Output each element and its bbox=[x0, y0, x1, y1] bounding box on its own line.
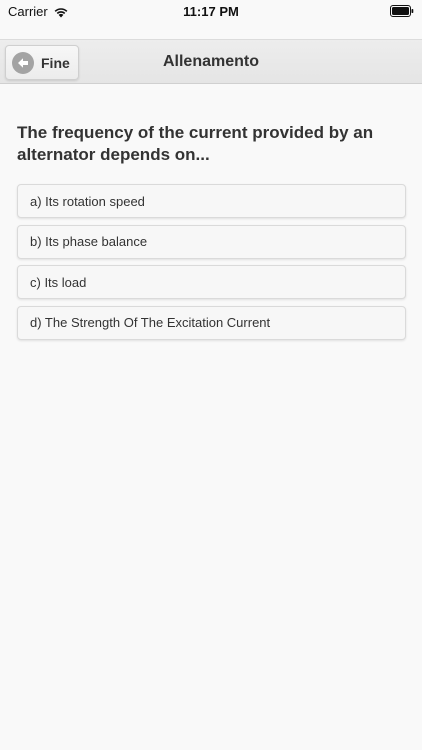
answer-option-b[interactable]: b) Its phase balance bbox=[17, 224, 406, 259]
nav-header: Fine Allenamento bbox=[0, 39, 422, 84]
page-title: Allenamento bbox=[162, 53, 259, 70]
battery-icon bbox=[390, 5, 414, 17]
status-time: 11:17 PM bbox=[183, 4, 239, 19]
answer-label: a) Its rotation speed bbox=[30, 193, 145, 209]
status-bar: Carrier 11:17 PM bbox=[0, 0, 422, 24]
answer-label: b) Its phase balance bbox=[30, 234, 148, 249]
question-text: The frequency of the current provided by… bbox=[17, 123, 374, 164]
answer-label: d) The Strength Of The Excitation Curren… bbox=[30, 315, 271, 330]
answer-label: c) Its load bbox=[30, 274, 87, 290]
answer-option-a[interactable]: a) Its rotation speed bbox=[17, 184, 406, 218]
answer-list: a) Its rotation speed b) Its phase balan… bbox=[17, 184, 406, 346]
answer-option-d[interactable]: d) The Strength Of The Excitation Curren… bbox=[17, 305, 406, 340]
answer-option-c[interactable]: c) Its load bbox=[17, 265, 406, 299]
